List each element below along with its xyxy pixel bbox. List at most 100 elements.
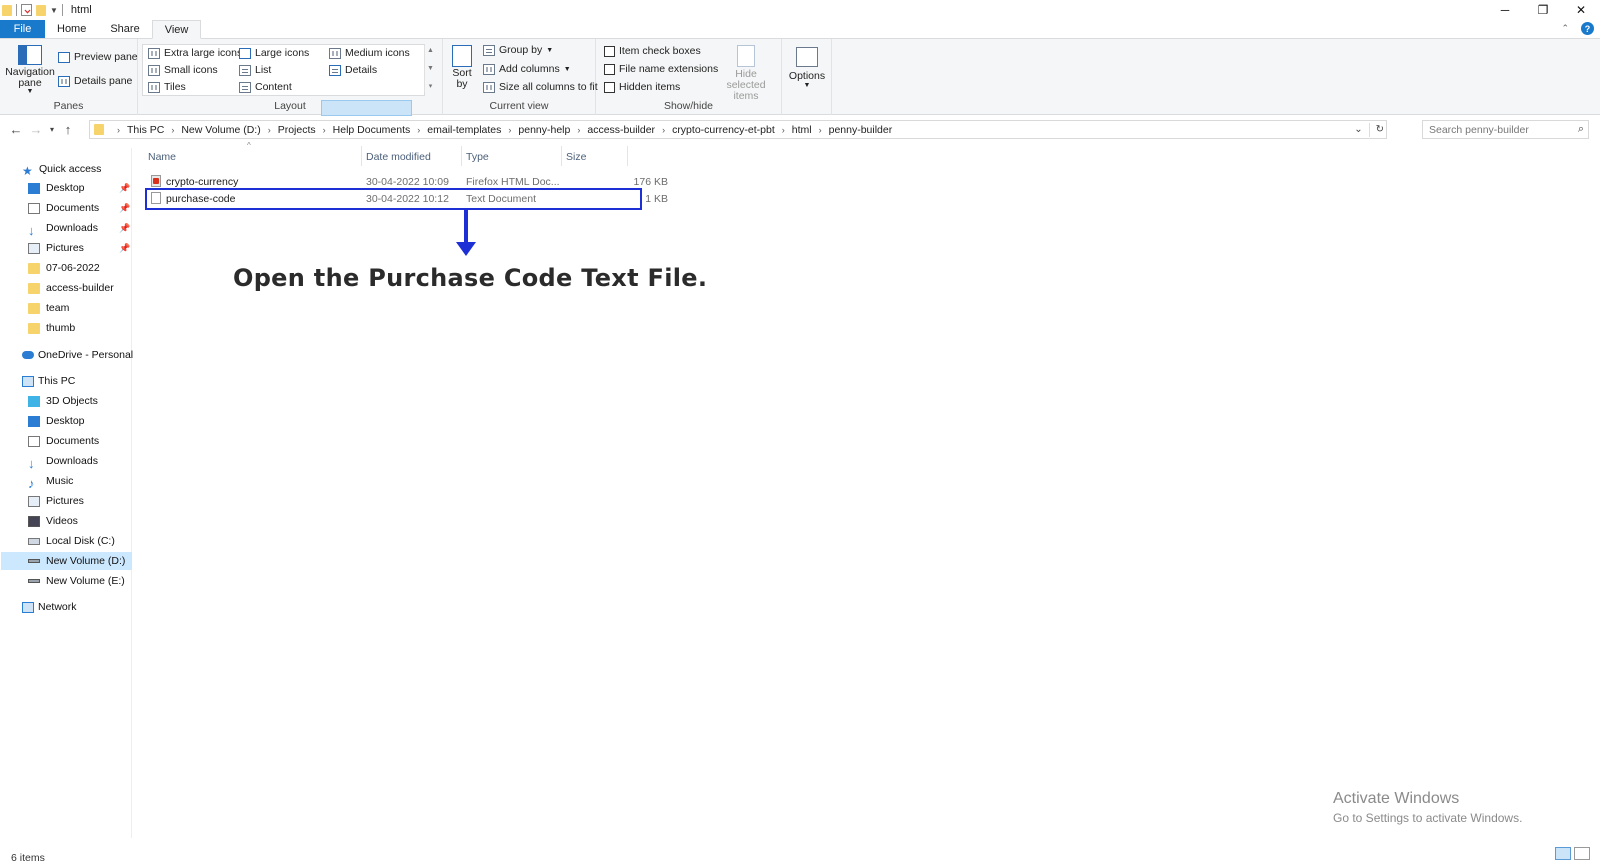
search-input[interactable]: Search penny-builder ⌕ [1422, 120, 1589, 139]
layout-gallery-scroll[interactable]: ▲ ▼ ▾ [424, 45, 436, 92]
forward-arrow-icon[interactable]: → [27, 122, 45, 137]
properties-icon[interactable] [21, 4, 32, 16]
sort-by-icon [452, 45, 472, 67]
checkbox-icon[interactable] [604, 81, 615, 93]
scroll-up-icon[interactable]: ▲ [427, 47, 434, 54]
layout-large-icons[interactable]: Large icons [239, 47, 309, 59]
pictures-icon [28, 242, 40, 254]
checkbox-icon[interactable] [604, 63, 615, 75]
sidebar-item-access-builder[interactable]: access-builder [28, 279, 114, 297]
sidebar-item-new-volume-e[interactable]: New Volume (E:) [28, 572, 125, 590]
breadcrumb-access-builder[interactable]: access-builder [587, 124, 655, 136]
breadcrumb-new-volume-d[interactable]: New Volume (D:) [181, 124, 260, 136]
breadcrumb-penny-help[interactable]: penny-help [518, 124, 570, 136]
recent-locations-chevron-icon[interactable]: ▾ [45, 125, 59, 134]
tab-home[interactable]: Home [45, 20, 98, 38]
minimize-button[interactable]: ─ [1486, 0, 1524, 20]
refresh-icon[interactable]: ↻ [1376, 124, 1384, 135]
sidebar-item-documents[interactable]: Documents [28, 199, 99, 217]
sort-by-button[interactable]: Sort by [451, 45, 473, 90]
sidebar-item-this-pc[interactable]: This PC [22, 372, 75, 390]
breadcrumb-help-documents[interactable]: Help Documents [333, 124, 411, 136]
sidebar-item-quick-access[interactable]: ★ Quick access [22, 160, 101, 178]
column-name[interactable]: Name [148, 151, 176, 163]
maximize-button[interactable]: ❐ [1524, 0, 1562, 20]
layout-tiles[interactable]: Tiles [148, 81, 186, 93]
sidebar-item-07-06-2022[interactable]: 07-06-2022 [28, 259, 100, 277]
hidden-items-toggle[interactable]: Hidden items [604, 81, 680, 93]
sidebar-item-music[interactable]: ♪ Music [28, 472, 73, 491]
activate-windows-title: Activate Windows [1333, 790, 1460, 807]
breadcrumb-crypto-currency-et-pbt[interactable]: crypto-currency-et-pbt [672, 124, 775, 136]
large-icons-view-icon[interactable] [1574, 847, 1590, 860]
layout-medium-icons[interactable]: Medium icons [329, 47, 410, 59]
pin-icon[interactable]: 📌 [119, 223, 130, 234]
pictures-icon [28, 495, 40, 507]
address-history-chevron-icon[interactable]: ⌄ [1354, 124, 1362, 135]
layout-details[interactable]: Details [329, 64, 377, 76]
options-button[interactable]: Options ▼ [788, 47, 826, 89]
search-icon[interactable]: ⌕ [1578, 123, 1584, 136]
sidebar-item-desktop[interactable]: Desktop [28, 179, 85, 197]
highlight-box [145, 188, 642, 210]
help-icon[interactable]: ? [1581, 22, 1594, 35]
desktop-icon [28, 182, 40, 194]
checkbox-icon[interactable] [604, 45, 615, 57]
back-arrow-icon[interactable]: ← [7, 122, 25, 137]
sidebar-item-new-volume-d[interactable]: New Volume (D:) [1, 552, 132, 570]
column-type[interactable]: Type [466, 151, 489, 163]
chevron-down-icon: ▼ [803, 82, 811, 89]
sidebar-item-pc-pictures[interactable]: Pictures [28, 492, 84, 510]
item-check-boxes-toggle[interactable]: Item check boxes [604, 45, 701, 57]
column-size[interactable]: Size [566, 151, 586, 163]
pin-icon[interactable]: 📌 [119, 203, 130, 214]
preview-pane-button[interactable]: Preview pane [58, 51, 138, 63]
sidebar-item-pc-documents[interactable]: Documents [28, 432, 99, 450]
sidebar-item-team[interactable]: team [28, 299, 69, 317]
close-button[interactable]: ✕ [1562, 0, 1600, 20]
up-arrow-icon[interactable]: ↑ [59, 122, 77, 137]
sidebar-item-thumb[interactable]: thumb [28, 319, 75, 337]
sidebar-item-network[interactable]: Network [22, 598, 77, 616]
sidebar-item-pictures[interactable]: Pictures [28, 239, 84, 257]
minimize-ribbon-icon[interactable]: ⌃ [1561, 23, 1569, 34]
pin-icon[interactable]: 📌 [119, 183, 130, 194]
cube-icon [28, 395, 40, 407]
layout-extra-large-icons[interactable]: Extra large icons [148, 47, 242, 59]
layout-small-icons[interactable]: Small icons [148, 64, 218, 76]
breadcrumb-email-templates[interactable]: email-templates [427, 124, 501, 136]
expand-gallery-icon[interactable]: ▾ [429, 82, 433, 90]
breadcrumb-projects[interactable]: Projects [278, 124, 316, 136]
details-pane-button[interactable]: Details pane [58, 75, 132, 87]
new-folder-icon[interactable] [36, 4, 46, 16]
folder-icon [28, 262, 40, 274]
layout-list[interactable]: List [239, 64, 271, 76]
breadcrumb-html[interactable]: html [792, 124, 812, 136]
tab-share[interactable]: Share [98, 20, 151, 38]
sidebar-item-downloads[interactable]: ↓ Downloads [28, 219, 98, 238]
tab-view[interactable]: View [151, 20, 202, 39]
add-columns-button[interactable]: Add columns ▼ [483, 63, 571, 75]
column-date-modified[interactable]: Date modified [366, 151, 431, 163]
address-bar[interactable]: › This PC › New Volume (D:) › Projects ›… [89, 120, 1387, 139]
breadcrumb-penny-builder[interactable]: penny-builder [829, 124, 893, 136]
tab-file[interactable]: File [0, 20, 45, 38]
scroll-down-icon[interactable]: ▼ [427, 65, 434, 72]
breadcrumb-this-pc[interactable]: This PC [127, 124, 164, 136]
layout-content[interactable]: Content [239, 81, 292, 93]
navigation-pane-button[interactable]: Navigation pane ▼ [5, 45, 55, 95]
file-name[interactable]: crypto-currency [166, 176, 238, 188]
sidebar-item-pc-downloads[interactable]: ↓ Downloads [28, 452, 98, 471]
sidebar-item-videos[interactable]: Videos [28, 512, 78, 530]
size-all-columns-button[interactable]: Size all columns to fit [483, 81, 598, 93]
group-by-button[interactable]: Group by ▼ [483, 44, 553, 56]
pin-icon[interactable]: 📌 [119, 243, 130, 254]
sidebar-item-onedrive[interactable]: OneDrive - Personal [22, 346, 133, 364]
sidebar-item-local-disk-c[interactable]: Local Disk (C:) [28, 532, 115, 550]
customize-toolbar-chevron-icon[interactable]: ▼ [50, 6, 58, 15]
sidebar-item-3d-objects[interactable]: 3D Objects [28, 392, 98, 410]
hide-selected-items-button[interactable]: Hide selected items [716, 45, 776, 102]
sidebar-item-pc-desktop[interactable]: Desktop [28, 412, 85, 430]
details-view-icon[interactable] [1555, 847, 1571, 860]
file-name-extensions-toggle[interactable]: File name extensions [604, 63, 718, 75]
